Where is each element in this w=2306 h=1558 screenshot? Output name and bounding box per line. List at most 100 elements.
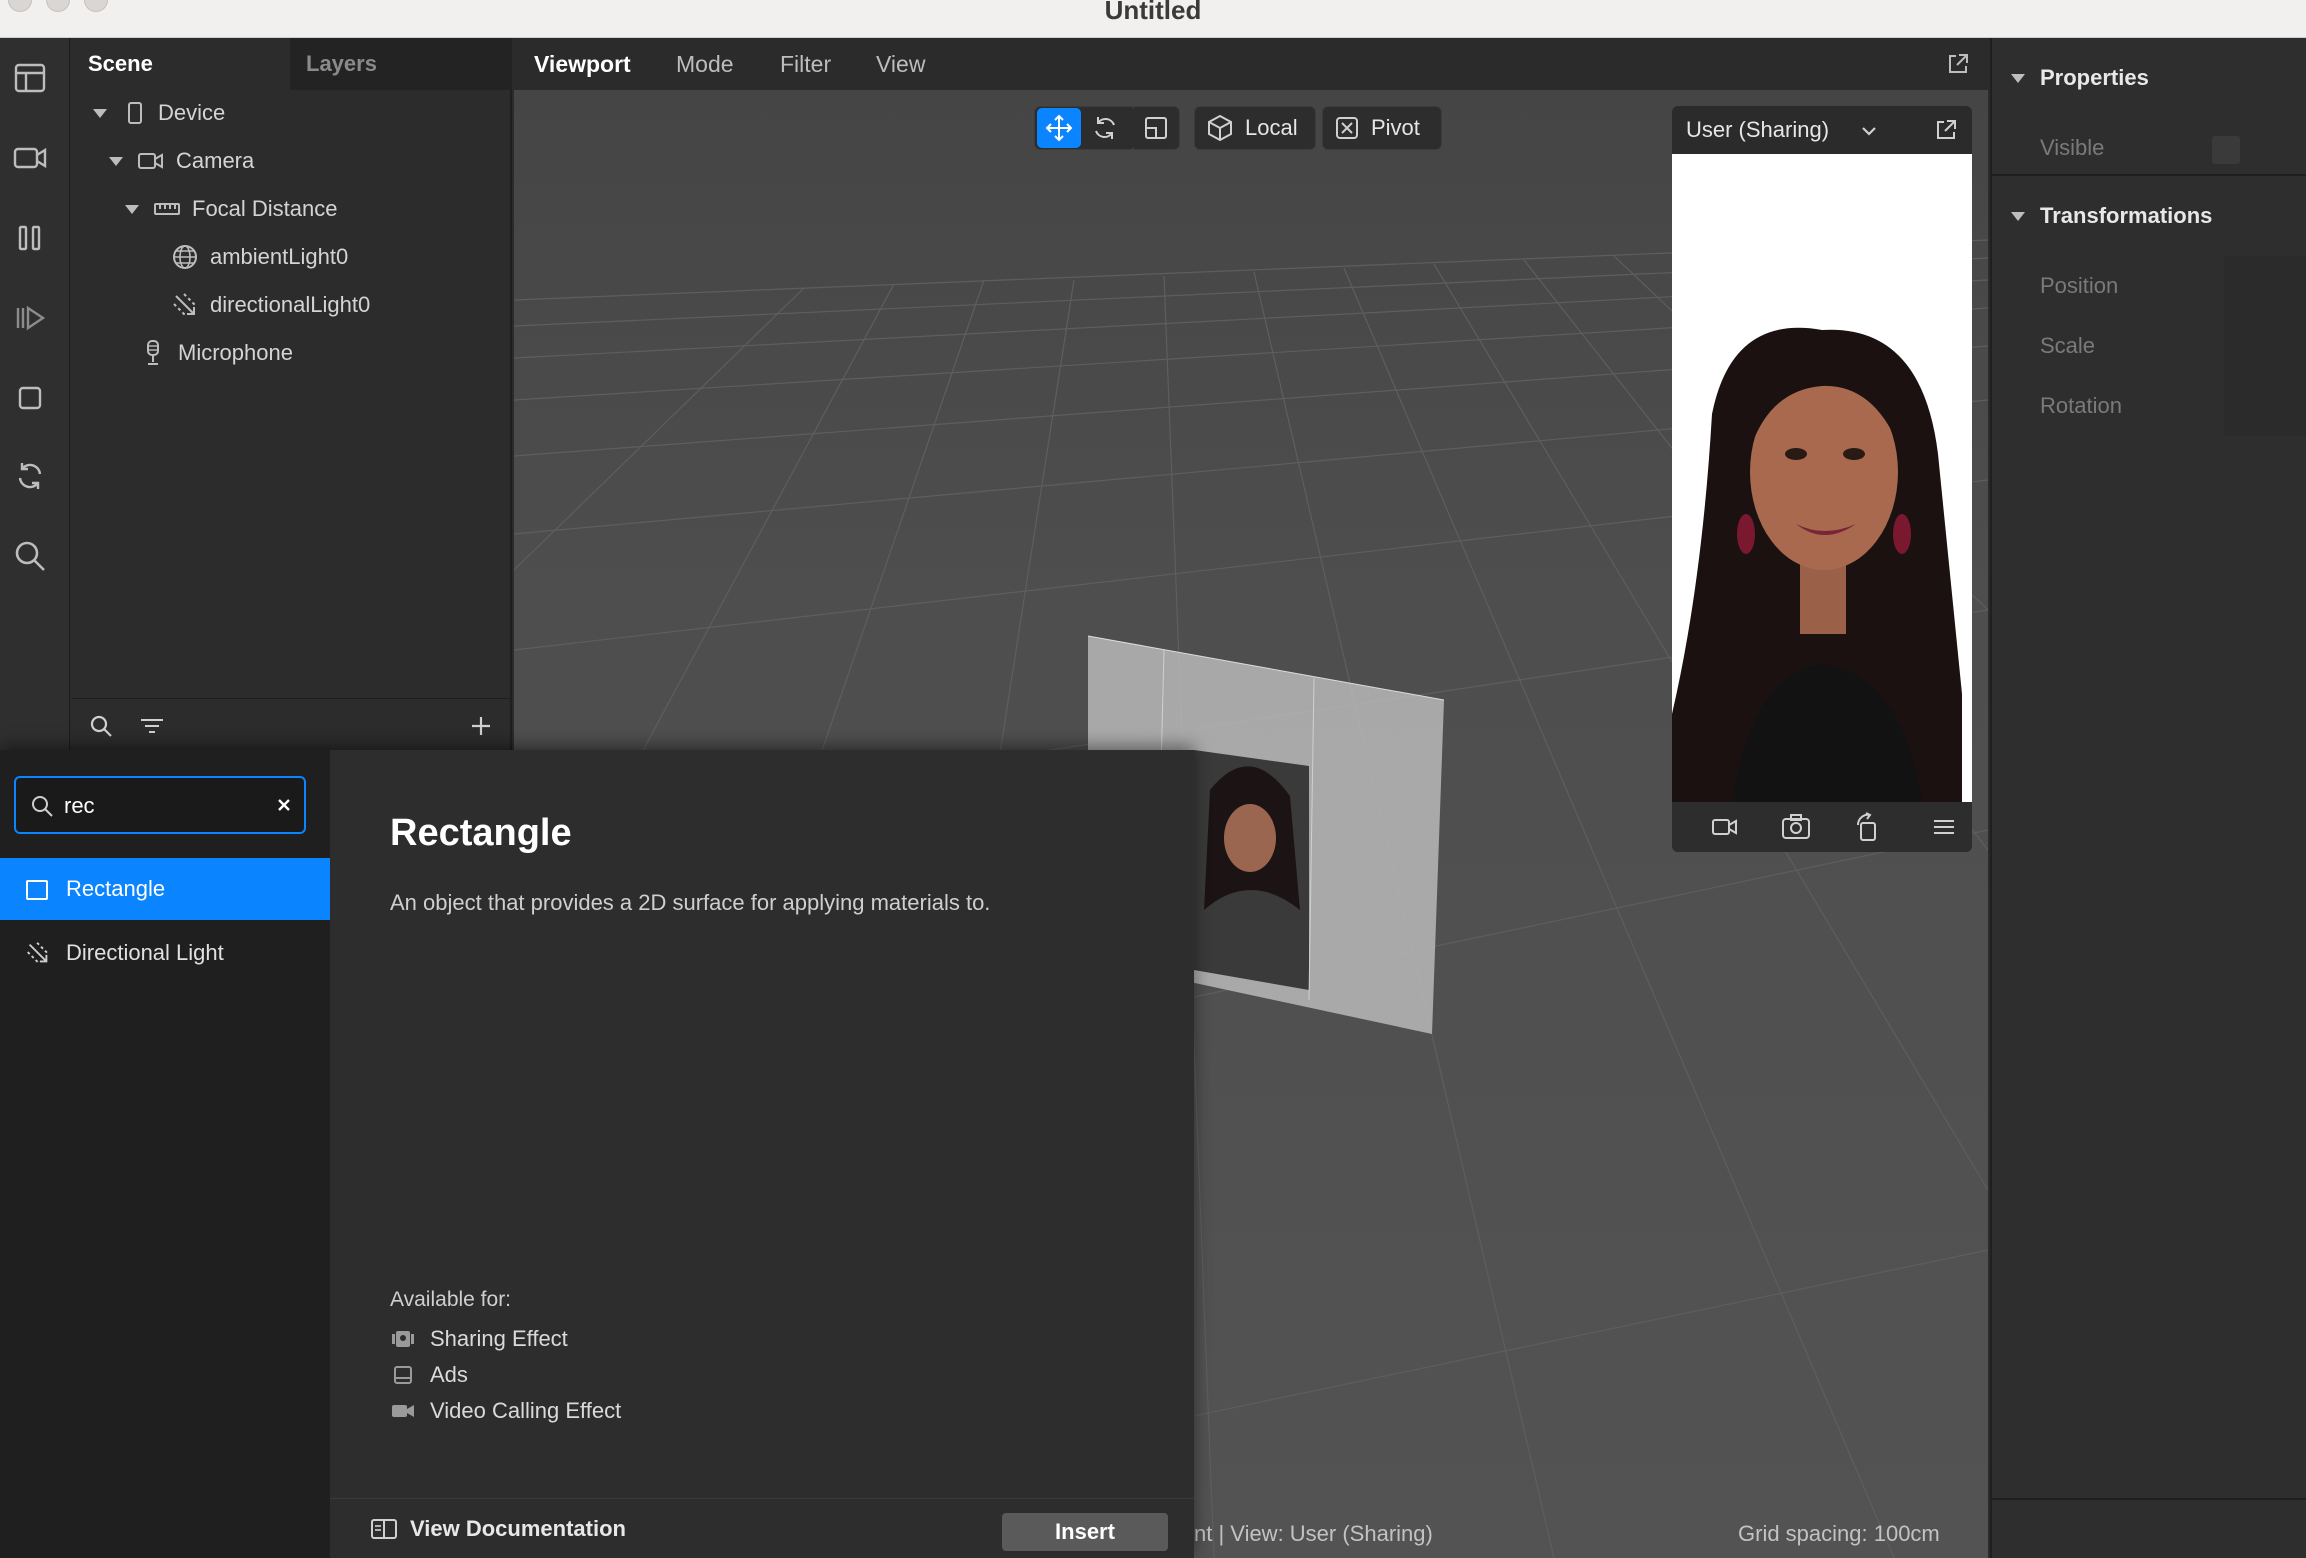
rotate-tool-button[interactable] xyxy=(1081,108,1129,148)
filter-icon[interactable] xyxy=(138,713,166,739)
pop-out-icon[interactable] xyxy=(1944,50,1972,78)
layout-icon[interactable] xyxy=(12,60,48,96)
tab-layers[interactable]: Layers xyxy=(290,38,512,90)
properties-panel: Properties Visible Transformations Posit… xyxy=(1990,38,2306,1558)
phone-icon xyxy=(128,102,142,124)
pause-icon[interactable] xyxy=(12,220,48,256)
directional-light-icon xyxy=(27,942,49,964)
pivot-label: Pivot xyxy=(1371,115,1420,140)
available-sharing-effect: Sharing Effect xyxy=(390,1322,568,1356)
refresh-icon[interactable] xyxy=(12,458,48,494)
preview-footer xyxy=(1672,802,1972,852)
add-icon[interactable] xyxy=(468,713,494,739)
video-camera-icon xyxy=(392,1405,414,1417)
result-label: Rectangle xyxy=(66,876,166,901)
switch-camera-icon[interactable] xyxy=(1780,811,1812,843)
visible-row: Visible xyxy=(2040,128,2270,168)
rotate-icon xyxy=(1095,117,1115,139)
menu-mode[interactable]: Mode xyxy=(676,38,734,90)
rotate-device-icon[interactable] xyxy=(1852,811,1884,843)
rectangle-icon xyxy=(26,880,48,900)
rotation-label: Rotation xyxy=(2040,393,2122,418)
video-camera-icon[interactable] xyxy=(1710,813,1740,841)
result-directional-light[interactable]: Directional Light xyxy=(0,922,330,984)
tree-item-label: ambientLight0 xyxy=(210,244,349,269)
microphone-icon xyxy=(147,340,159,365)
position-label: Position xyxy=(2040,273,2119,298)
tree-item-device[interactable]: Device xyxy=(90,93,225,133)
window-title: Untitled xyxy=(1104,0,1202,25)
scale-row: Scale xyxy=(2040,326,2095,366)
transformations-section-label: Transformations xyxy=(2040,203,2213,228)
available-for-label: Available for: xyxy=(390,1288,512,1311)
scene-panel: Scene Layers Device Camera Focal Distanc… xyxy=(72,38,512,750)
globe-icon xyxy=(173,245,197,269)
scene-footer xyxy=(72,698,512,750)
tab-scene[interactable]: Scene xyxy=(72,38,290,90)
popup-footer: View Documentation Insert xyxy=(330,1498,1194,1558)
preview-device-select[interactable]: User (Sharing) xyxy=(1686,106,1829,154)
expand-triangle-icon[interactable] xyxy=(90,103,110,123)
tree-item-ambient-light[interactable]: ambientLight0 xyxy=(170,237,348,277)
tree-item-label: directionalLight0 xyxy=(210,292,371,317)
scale-label: Scale xyxy=(2040,333,2096,358)
local-toggle[interactable]: Local xyxy=(1194,106,1316,150)
detail-description: An object that provides a 2D surface for… xyxy=(390,890,991,915)
transformations-section-header[interactable]: Transformations xyxy=(1992,186,2212,246)
tree-item-directional-light[interactable]: directionalLight0 xyxy=(170,285,370,325)
available-video-calling-effect: Video Calling Effect xyxy=(390,1394,621,1428)
move-tool-button[interactable] xyxy=(1037,108,1081,148)
pop-out-icon[interactable] xyxy=(1932,116,1960,144)
panel-bottom-divider xyxy=(1992,1498,2306,1500)
search-input[interactable] xyxy=(64,790,264,822)
menu-view[interactable]: View xyxy=(876,38,925,90)
result-rectangle[interactable]: Rectangle xyxy=(0,858,330,920)
video-camera-icon xyxy=(138,153,163,169)
visible-label: Visible xyxy=(2040,135,2105,160)
ads-icon xyxy=(394,1366,412,1384)
insert-object-popup: Rectangle Directional Light Rectangle An… xyxy=(0,750,1194,1558)
stop-icon[interactable] xyxy=(12,380,48,416)
search-icon[interactable] xyxy=(12,538,48,574)
scale-tool-button[interactable] xyxy=(1134,108,1178,148)
cube-icon xyxy=(1208,114,1232,142)
menu-filter[interactable]: Filter xyxy=(780,38,831,90)
preview-header: User (Sharing) xyxy=(1672,106,1972,154)
properties-section-header[interactable]: Properties xyxy=(1992,48,2149,108)
expand-triangle-icon[interactable] xyxy=(122,199,142,219)
view-documentation-link[interactable]: View Documentation xyxy=(370,1499,626,1558)
chevron-down-icon[interactable] xyxy=(1858,120,1880,142)
visible-checkbox[interactable] xyxy=(2212,136,2240,164)
expand-triangle-icon[interactable] xyxy=(106,151,126,171)
pivot-toggle[interactable]: Pivot xyxy=(1322,106,1442,150)
menu-viewport[interactable]: Viewport xyxy=(534,38,631,90)
transform-tools xyxy=(1034,106,1136,150)
transform-value-fields[interactable] xyxy=(2224,256,2306,436)
tree-item-microphone[interactable]: Microphone xyxy=(138,333,293,373)
tree-item-camera[interactable]: Camera xyxy=(106,141,254,181)
search-results-pane: Rectangle Directional Light xyxy=(0,750,330,1558)
step-play-icon[interactable] xyxy=(12,300,48,336)
insert-button[interactable]: Insert xyxy=(1002,1513,1168,1551)
available-ads: Ads xyxy=(390,1358,468,1392)
tree-item-focal-distance[interactable]: Focal Distance xyxy=(122,189,338,229)
properties-section-label: Properties xyxy=(2040,65,2149,90)
camera-feed-image xyxy=(1672,154,1972,802)
viewport-header: Viewport Mode Filter View xyxy=(514,38,1988,90)
clear-icon[interactable] xyxy=(274,795,294,815)
search-icon[interactable] xyxy=(88,713,114,739)
available-label: Sharing Effect xyxy=(430,1326,568,1351)
rotation-row: Rotation xyxy=(2040,386,2122,426)
video-camera-icon[interactable] xyxy=(12,140,48,176)
search-field[interactable] xyxy=(14,776,306,834)
tree-item-label: Camera xyxy=(176,148,255,173)
menu-icon[interactable] xyxy=(1930,813,1958,841)
expand-triangle-icon xyxy=(2011,212,2025,221)
status-grid-spacing: Grid spacing: 100cm xyxy=(1738,1521,1940,1546)
tree-item-label: Device xyxy=(158,100,226,125)
pivot-icon xyxy=(1336,117,1358,139)
scene-tabs: Scene Layers xyxy=(72,38,512,90)
tree-item-label: Focal Distance xyxy=(192,196,338,221)
object-detail-pane: Rectangle An object that provides a 2D s… xyxy=(330,750,1194,1558)
status-view-text: nt | View: User (Sharing) xyxy=(1194,1521,1433,1546)
